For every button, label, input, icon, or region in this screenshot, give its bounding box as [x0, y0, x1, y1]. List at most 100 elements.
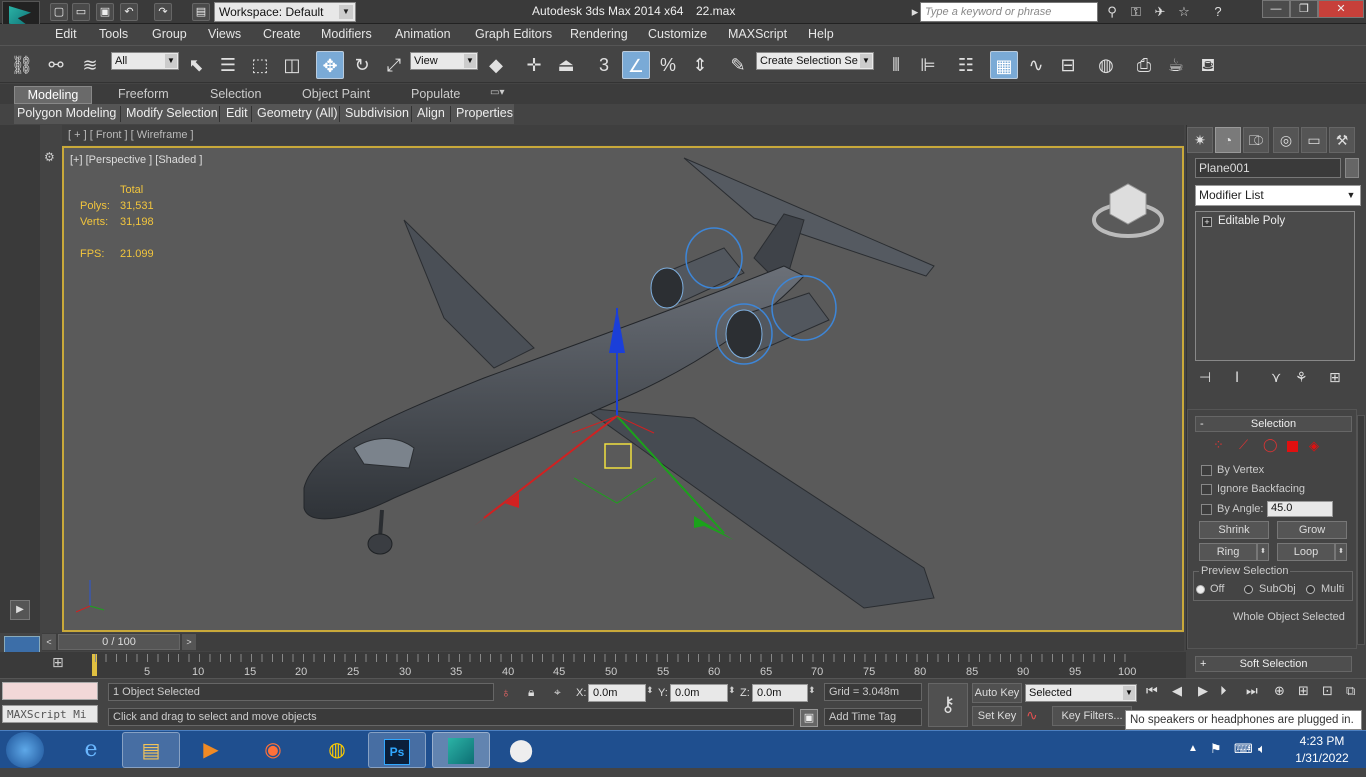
perspective-viewport[interactable]: [+] [Perspective ] [Shaded ] Total Polys…: [62, 146, 1184, 632]
zoom-extents-all-icon[interactable]: ⧉: [1346, 683, 1355, 699]
play-icon[interactable]: ▶︎: [1198, 683, 1208, 699]
set-key-button[interactable]: Set Key: [972, 706, 1022, 726]
tab-object-paint[interactable]: Object Paint: [302, 87, 370, 101]
angle-snap-icon[interactable]: ∠: [622, 51, 650, 79]
panel-subdivision[interactable]: Subdivision: [345, 106, 409, 120]
snaps-toggle-icon[interactable]: 3: [590, 51, 618, 79]
configure-sets-icon[interactable]: ⊞: [1329, 369, 1341, 386]
select-and-move-icon[interactable]: ✥: [316, 51, 344, 79]
mirror-icon[interactable]: ⫴: [882, 51, 910, 79]
photoshop-icon[interactable]: Ps: [368, 732, 426, 768]
polygon-level-icon[interactable]: [1287, 441, 1298, 452]
menu-maxscript[interactable]: MAXScript: [728, 27, 787, 41]
hierarchy-tab-icon[interactable]: ⎄: [1243, 127, 1269, 153]
menu-customize[interactable]: Customize: [648, 27, 707, 41]
grow-button[interactable]: Grow: [1277, 521, 1347, 539]
render-setup-icon[interactable]: ⎙: [1130, 51, 1158, 79]
motion-tab-icon[interactable]: ◎: [1273, 127, 1299, 153]
selection-filter-dropdown[interactable]: All ▼: [111, 52, 179, 70]
named-selection-dropdown[interactable]: Create Selection Se ▼: [756, 52, 874, 70]
menu-help[interactable]: Help: [808, 27, 834, 41]
network-icon[interactable]: ⌨: [1234, 741, 1253, 757]
edge-level-icon[interactable]: ⟋: [1239, 437, 1248, 453]
object-color-swatch[interactable]: [1345, 158, 1359, 178]
y-coordinate-field[interactable]: 0.0m: [670, 684, 728, 702]
project-folder-icon[interactable]: ▤: [192, 3, 210, 21]
panel-modify-selection[interactable]: Modify Selection: [126, 106, 218, 120]
tab-selection[interactable]: Selection: [210, 87, 261, 101]
redo-icon[interactable]: ↷: [154, 3, 172, 21]
open-file-icon[interactable]: ▭: [72, 3, 90, 21]
maxscript-mini-listener[interactable]: MAXScript Mi: [2, 705, 98, 723]
menu-animation[interactable]: Animation: [395, 27, 451, 41]
rectangular-selection-icon[interactable]: ⬚: [246, 51, 274, 79]
time-slider[interactable]: < 0 / 100 >: [42, 633, 1184, 651]
display-tab-icon[interactable]: ▭: [1301, 127, 1327, 153]
subscription-icon[interactable]: ⚿: [1126, 3, 1146, 21]
z-coordinate-field[interactable]: 0.0m: [752, 684, 808, 702]
select-and-rotate-icon[interactable]: ↻: [348, 51, 376, 79]
auto-key-button[interactable]: Auto Key: [972, 683, 1022, 703]
front-viewport-label[interactable]: [ + ] [ Front ] [ Wireframe ]: [68, 129, 194, 141]
menu-edit[interactable]: Edit: [55, 27, 77, 41]
system-clock[interactable]: 4:23 PM 1/31/2022: [1284, 734, 1360, 765]
go-to-start-icon[interactable]: ⏮: [1146, 683, 1158, 699]
make-unique-icon[interactable]: ⋎: [1271, 369, 1281, 386]
browser-icon[interactable]: ◍: [308, 732, 366, 768]
internet-explorer-icon[interactable]: e: [62, 732, 120, 768]
communication-icon[interactable]: ✈: [1150, 3, 1170, 21]
spinner-snap-icon[interactable]: ⇕: [686, 51, 714, 79]
close-button[interactable]: ✕: [1318, 0, 1364, 18]
go-to-end-icon[interactable]: ⏭: [1246, 683, 1258, 699]
show-end-result-icon[interactable]: Ⅰ: [1235, 369, 1239, 386]
track-bar[interactable]: ⊞ 5 10 15 20 25 30 35 40 45 50 55 60 65 …: [0, 652, 1186, 678]
next-frame-icon[interactable]: >: [182, 634, 196, 650]
schematic-view-icon[interactable]: ⊟: [1054, 51, 1082, 79]
minimize-button[interactable]: —: [1262, 0, 1290, 18]
menu-rendering[interactable]: Rendering: [570, 27, 628, 41]
soft-selection-rollout-header[interactable]: + Soft Selection: [1195, 656, 1352, 672]
menu-tools[interactable]: Tools: [99, 27, 128, 41]
help-icon[interactable]: ?: [1208, 3, 1228, 21]
select-manipulate-icon[interactable]: ✛: [520, 51, 548, 79]
menu-graph-editors[interactable]: Graph Editors: [475, 27, 552, 41]
ring-button[interactable]: Ring: [1199, 543, 1257, 561]
isolate-selection-icon[interactable]: ♁: [501, 685, 511, 700]
loop-spinner-icon[interactable]: ⬍: [1335, 543, 1347, 561]
rendered-frame-icon[interactable]: ☕: [1162, 51, 1190, 79]
element-level-icon[interactable]: ◈: [1309, 438, 1319, 454]
selection-rollout-header[interactable]: - Selection: [1195, 416, 1352, 432]
preview-multi-radio[interactable]: [1306, 585, 1315, 594]
pin-stack-icon[interactable]: ⊣: [1199, 369, 1211, 386]
set-key-icon[interactable]: ⚷: [928, 683, 968, 727]
absolute-mode-icon[interactable]: ⌖: [554, 685, 561, 700]
vertex-level-icon[interactable]: ⁘: [1213, 437, 1224, 453]
time-slider-thumb[interactable]: 0 / 100: [58, 634, 180, 650]
previous-frame-icon[interactable]: ◀︎: [1172, 683, 1182, 699]
create-tab-icon[interactable]: ✷: [1187, 127, 1213, 153]
remove-modifier-icon[interactable]: ⚘: [1295, 369, 1308, 386]
panel-align[interactable]: Align: [417, 106, 445, 120]
expand-icon[interactable]: +: [1202, 217, 1212, 227]
unlink-icon[interactable]: ⚯: [42, 51, 70, 79]
material-editor-icon[interactable]: ◍: [1092, 51, 1120, 79]
maxscript-listener-pink[interactable]: [2, 682, 98, 700]
by-angle-checkbox[interactable]: [1201, 504, 1212, 515]
undo-icon[interactable]: ↶: [120, 3, 138, 21]
ref-coord-dropdown[interactable]: View ▼: [410, 52, 478, 70]
bind-space-warp-icon[interactable]: ≋: [76, 51, 104, 79]
zoom-extents-icon[interactable]: ⊡: [1322, 683, 1333, 699]
keyboard-shortcut-override-icon[interactable]: ⏏: [552, 51, 580, 79]
media-player-icon[interactable]: ▶︎: [182, 732, 240, 768]
pivot-center-icon[interactable]: ◆: [482, 51, 510, 79]
layer-manager-icon[interactable]: ☷: [952, 51, 980, 79]
panel-polygon-modeling[interactable]: Polygon Modeling: [17, 106, 116, 120]
menu-group[interactable]: Group: [152, 27, 187, 41]
menu-modifiers[interactable]: Modifiers: [321, 27, 372, 41]
binoculars-icon[interactable]: ⚲: [1102, 3, 1122, 21]
ribbon-options-icon[interactable]: ▭▾: [490, 87, 504, 98]
start-button-icon[interactable]: [6, 732, 44, 768]
modifier-list-dropdown[interactable]: Modifier List ▼: [1195, 185, 1361, 206]
loop-button[interactable]: Loop: [1277, 543, 1335, 561]
by-vertex-checkbox[interactable]: [1201, 465, 1212, 476]
